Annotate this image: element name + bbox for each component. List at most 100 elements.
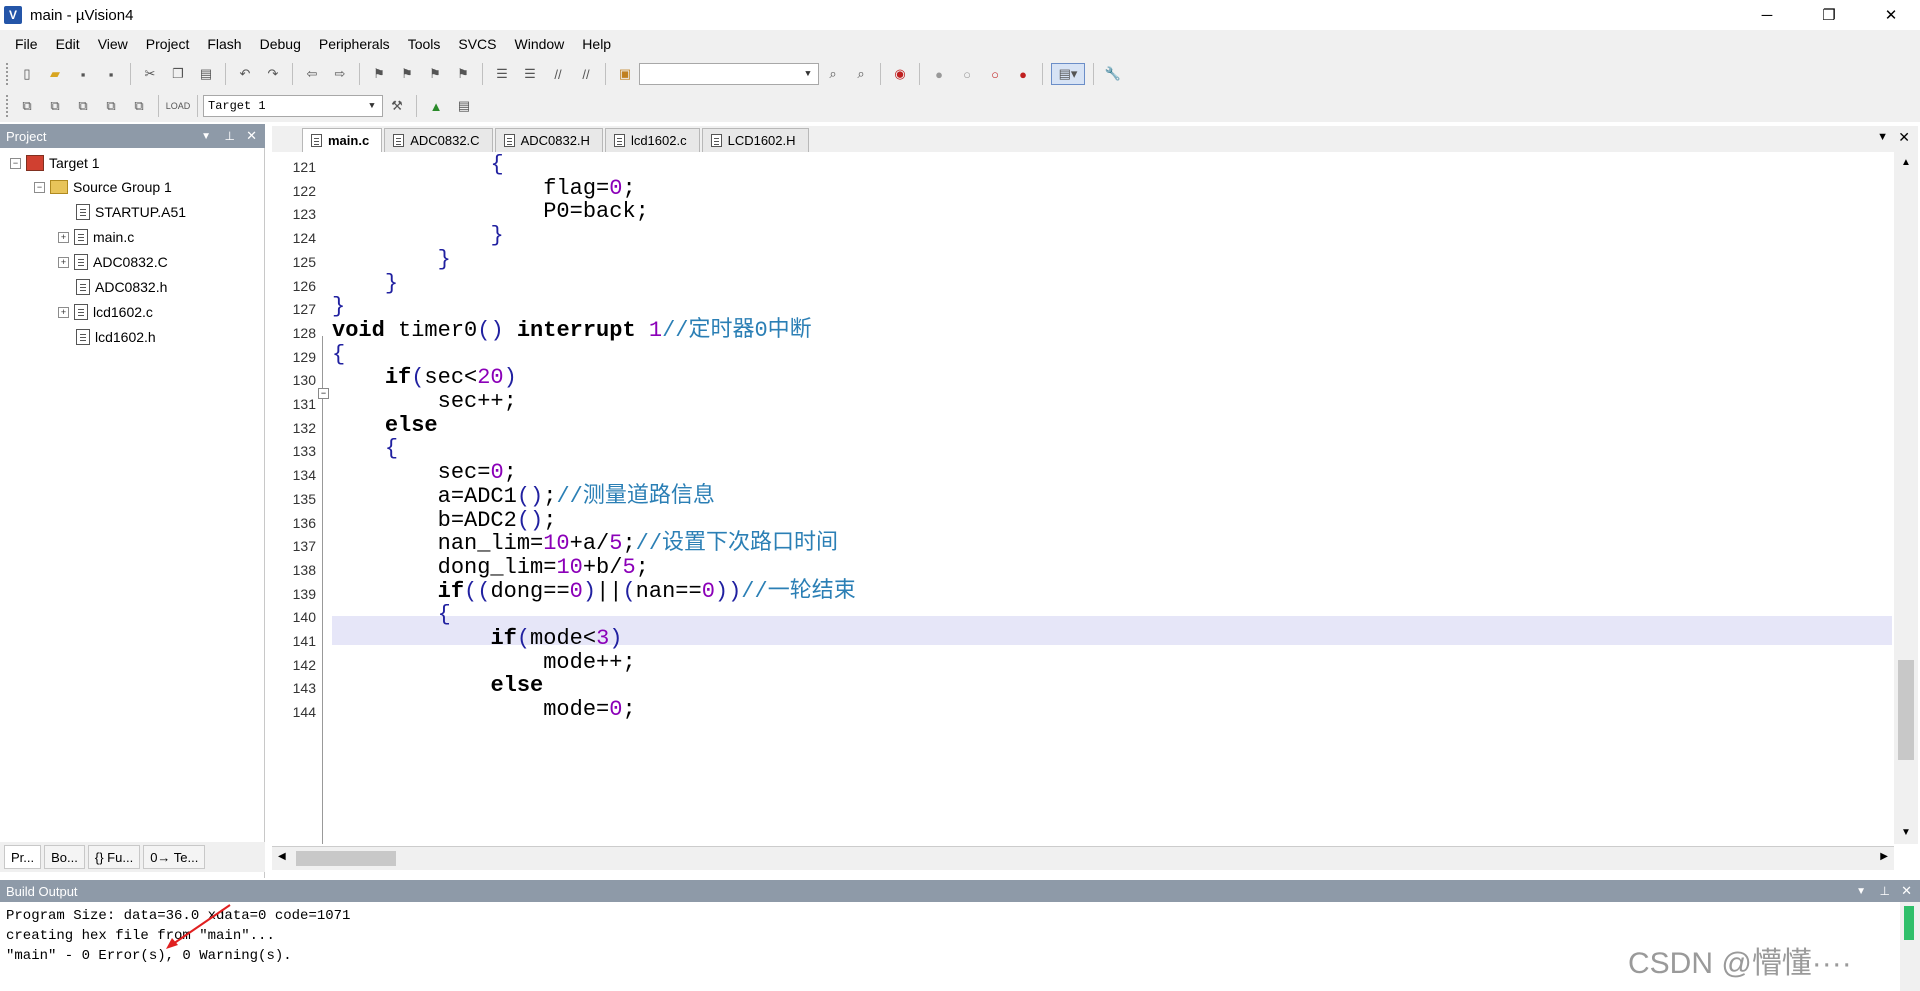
manage-components-icon[interactable]: ▲ xyxy=(425,95,447,117)
scroll-up-icon[interactable]: ▲ xyxy=(1894,152,1918,174)
bookmark-icon[interactable]: ⚑ xyxy=(368,63,390,85)
tree-item-file[interactable]: + lcd1602.c xyxy=(58,301,153,323)
tree-item-file[interactable]: lcd1602.h xyxy=(76,326,156,348)
close-button[interactable]: ✕ xyxy=(1862,0,1920,30)
rebuild-icon[interactable]: ⧉ xyxy=(72,95,94,117)
configure-icon[interactable]: 🔧 xyxy=(1102,63,1124,85)
code-view[interactable]: { flag=0; P0=back; } } }} void timer0() i… xyxy=(332,152,1892,844)
code-line[interactable]: void timer0() interrupt 1//定时器0中断 xyxy=(332,316,812,345)
scroll-thumb[interactable] xyxy=(1904,906,1914,940)
tab-functions[interactable]: {} Fu... xyxy=(87,845,141,869)
translate-icon[interactable]: ⧉ xyxy=(16,95,38,117)
menu-help[interactable]: Help xyxy=(573,36,620,52)
collapse-icon[interactable]: − xyxy=(34,181,45,193)
scroll-left-icon[interactable]: ◀ xyxy=(278,851,286,862)
find-in-files-icon[interactable]: ▣ xyxy=(614,63,636,85)
tab-templates[interactable]: 0→ Te... xyxy=(143,845,206,869)
multi-project-icon[interactable]: ▤ xyxy=(453,95,475,117)
menu-peripherals[interactable]: Peripherals xyxy=(310,36,399,52)
vertical-scrollbar[interactable]: ▲ ▼ xyxy=(1894,152,1918,844)
build-output-scrollbar[interactable] xyxy=(1900,902,1920,991)
save-icon[interactable]: ▪ xyxy=(72,63,94,85)
tree-item-target[interactable]: − Target 1 xyxy=(10,152,100,174)
restore-button[interactable]: ❐ xyxy=(1800,0,1858,30)
batch-build-icon[interactable]: ⧉ xyxy=(100,95,122,117)
clear-bookmarks-icon[interactable]: ⚑ xyxy=(452,63,474,85)
tree-item-file[interactable]: STARTUP.A51 xyxy=(76,201,186,223)
tab-project[interactable]: Pr... xyxy=(4,845,42,869)
menu-view[interactable]: View xyxy=(89,36,137,52)
nav-forward-icon[interactable]: ⇨ xyxy=(329,63,351,85)
prev-bookmark-icon[interactable]: ⚑ xyxy=(396,63,418,85)
menu-debug[interactable]: Debug xyxy=(251,36,310,52)
pin-icon[interactable]: ⊥ xyxy=(225,129,235,143)
menu-window[interactable]: Window xyxy=(506,36,574,52)
tab-adc0832-h[interactable]: ADC0832.H xyxy=(494,128,603,152)
tab-list-icon[interactable]: ▼ xyxy=(1877,131,1888,143)
horizontal-scrollbar[interactable]: ◀ ▶ xyxy=(272,846,1894,870)
tree-item-file[interactable]: + ADC0832.C xyxy=(58,251,168,273)
collapse-icon[interactable]: − xyxy=(10,157,21,169)
tab-lcd1602-h[interactable]: LCD1602.H xyxy=(701,128,809,152)
close-panel-icon[interactable]: ✕ xyxy=(1901,883,1912,899)
target-select[interactable]: Target 1 ▼ xyxy=(203,95,383,117)
kill-breakpoints-icon[interactable]: ● xyxy=(1012,63,1034,85)
tab-adc0832-c[interactable]: ADC0832.C xyxy=(384,128,493,152)
close-tab-icon[interactable]: ✕ xyxy=(1898,129,1910,146)
fold-collapse-icon[interactable]: − xyxy=(318,388,329,399)
comment-icon[interactable]: // xyxy=(547,63,569,85)
enable-breakpoint-icon[interactable]: ○ xyxy=(956,63,978,85)
new-file-icon[interactable]: ▯ xyxy=(16,63,38,85)
menu-file[interactable]: File xyxy=(6,36,47,52)
uncomment-icon[interactable]: // xyxy=(575,63,597,85)
expand-icon[interactable]: + xyxy=(58,256,69,268)
tab-lcd1602-c[interactable]: lcd1602.c xyxy=(604,128,700,152)
menu-svcs[interactable]: SVCS xyxy=(449,36,505,52)
panel-menu-icon[interactable]: ▼ xyxy=(201,131,211,142)
scroll-down-icon[interactable]: ▼ xyxy=(1894,822,1918,844)
build-icon[interactable]: ⧉ xyxy=(44,95,66,117)
expand-icon[interactable]: + xyxy=(58,306,69,318)
copy-icon[interactable]: ❐ xyxy=(167,63,189,85)
scroll-thumb[interactable] xyxy=(1898,660,1914,760)
menu-edit[interactable]: Edit xyxy=(47,36,89,52)
tab-books[interactable]: Bo... xyxy=(44,845,85,869)
menu-project[interactable]: Project xyxy=(137,36,199,52)
tab-main-c[interactable]: main.c xyxy=(302,128,383,152)
target-options-icon[interactable]: ⚒ xyxy=(386,95,408,117)
panel-menu-icon[interactable]: ▼ xyxy=(1856,886,1866,897)
insert-breakpoint-icon[interactable]: ● xyxy=(928,63,950,85)
cut-icon[interactable]: ✂ xyxy=(139,63,161,85)
incremental-find-icon[interactable]: ⌕ xyxy=(850,63,872,85)
stop-build-icon[interactable]: ⧉ xyxy=(128,95,150,117)
download-icon[interactable]: LOAD xyxy=(166,95,191,117)
save-all-icon[interactable]: ▪ xyxy=(100,63,122,85)
menu-flash[interactable]: Flash xyxy=(198,36,250,52)
scroll-thumb[interactable] xyxy=(296,851,396,866)
indent-icon[interactable]: ☰ xyxy=(491,63,513,85)
minimize-button[interactable]: ─ xyxy=(1738,0,1796,30)
redo-icon[interactable]: ↷ xyxy=(262,63,284,85)
disable-breakpoints-icon[interactable]: ○ xyxy=(984,63,1006,85)
pin-icon[interactable]: ⊥ xyxy=(1880,884,1890,898)
close-panel-icon[interactable]: ✕ xyxy=(246,128,257,144)
tree-item-source-group[interactable]: − Source Group 1 xyxy=(34,176,172,198)
tree-item-file[interactable]: + main.c xyxy=(58,226,134,248)
expand-icon[interactable]: + xyxy=(58,231,69,243)
find-icon[interactable]: ⌕ xyxy=(822,63,844,85)
nav-back-icon[interactable]: ⇦ xyxy=(301,63,323,85)
line-number: 132 xyxy=(292,419,316,436)
next-bookmark-icon[interactable]: ⚑ xyxy=(424,63,446,85)
debug-session-icon[interactable]: ◉ xyxy=(889,63,911,85)
undo-icon[interactable]: ↶ xyxy=(234,63,256,85)
scroll-right-icon[interactable]: ▶ xyxy=(1880,851,1888,862)
tree-item-file[interactable]: ADC0832.h xyxy=(76,276,167,298)
find-combo[interactable]: ▼ xyxy=(639,63,819,85)
file-icon xyxy=(503,134,515,147)
unindent-icon[interactable]: ☰ xyxy=(519,63,541,85)
code-line[interactable]: mode=0; xyxy=(332,695,635,724)
open-file-icon[interactable]: ▰ xyxy=(44,63,66,85)
window-layout-icon[interactable]: ▤▾ xyxy=(1051,63,1085,85)
menu-tools[interactable]: Tools xyxy=(399,36,450,52)
paste-icon[interactable]: ▤ xyxy=(195,63,217,85)
